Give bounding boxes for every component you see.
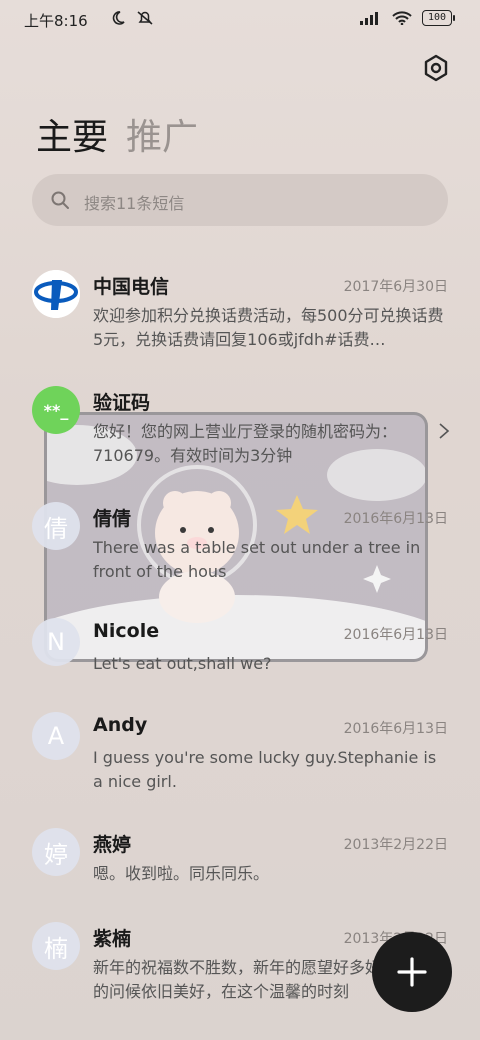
- message-preview: I guess you're some lucky guy.Stephanie …: [93, 748, 437, 791]
- sender-name: 燕婷: [93, 834, 132, 856]
- tab-promotions[interactable]: 推广: [126, 108, 198, 160]
- message-date: 2017年6月30日: [343, 279, 448, 295]
- avatar: A: [32, 712, 80, 760]
- message-row-verify-code[interactable]: **_ 验证码 您好！您的网上营业厅登录的随机密码为：710679。有效时间为3…: [0, 374, 480, 484]
- status-time: 上午8:16: [24, 12, 88, 30]
- search-bar[interactable]: 搜索11条短信: [32, 174, 448, 226]
- mute-bell-icon: [137, 11, 153, 25]
- message-preview: 欢迎参加积分兑换话费活动，每500分可兑换话费5元，兑换话费请回复106或jfd…: [93, 306, 444, 349]
- tab-bar: 主要 推广: [36, 108, 198, 160]
- message-preview: There was a table set out under a tree i…: [93, 538, 421, 581]
- search-icon: [51, 191, 69, 209]
- sender-name: 验证码: [93, 392, 151, 414]
- status-bar: 上午8:16 100: [0, 0, 480, 40]
- message-date: 2016年6月13日: [343, 511, 448, 527]
- chevron-right-icon[interactable]: [438, 422, 450, 440]
- message-date: 2013年2月22日: [343, 837, 448, 853]
- avatar: 倩: [32, 502, 80, 550]
- avatar: [32, 270, 80, 318]
- message-row-qianqian[interactable]: 倩 倩倩 2016年6月13日 There was a table set ou…: [0, 490, 480, 600]
- message-date: 2016年6月13日: [343, 721, 448, 737]
- message-date: 2016年6月13日: [343, 627, 448, 643]
- tab-main[interactable]: 主要: [36, 108, 108, 160]
- moon-icon: [112, 11, 125, 25]
- china-telecom-logo-icon: [32, 270, 80, 318]
- settings-hexagon-icon[interactable]: [420, 52, 452, 84]
- message-preview: 嗯。收到啦。同乐同乐。: [93, 864, 270, 883]
- signal-icon: [360, 12, 378, 25]
- sender-name: 紫楠: [93, 928, 132, 950]
- message-row-telecom[interactable]: 中国电信 2017年6月30日 欢迎参加积分兑换话费活动，每500分可兑换话费5…: [0, 258, 480, 368]
- sender-name: Andy: [93, 714, 148, 736]
- avatar: N: [32, 618, 80, 666]
- plus-icon: [397, 957, 427, 987]
- message-preview: Let's eat out,shall we?: [93, 654, 272, 673]
- avatar: 婷: [32, 828, 80, 876]
- avatar: 楠: [32, 922, 80, 970]
- sender-name: Nicole: [93, 620, 160, 642]
- message-preview: 您好！您的网上营业厅登录的随机密码为：710679。有效时间为3分钟: [93, 422, 398, 465]
- battery-icon: 100: [422, 10, 455, 26]
- new-message-button[interactable]: [372, 932, 452, 1012]
- sender-name: 倩倩: [93, 508, 132, 530]
- wifi-icon: [392, 11, 412, 25]
- search-placeholder: 搜索11条短信: [84, 194, 185, 213]
- message-row-andy[interactable]: A Andy 2016年6月13日 I guess you're some lu…: [0, 700, 480, 810]
- sender-name: 中国电信: [93, 276, 170, 298]
- avatar: **_: [32, 386, 80, 434]
